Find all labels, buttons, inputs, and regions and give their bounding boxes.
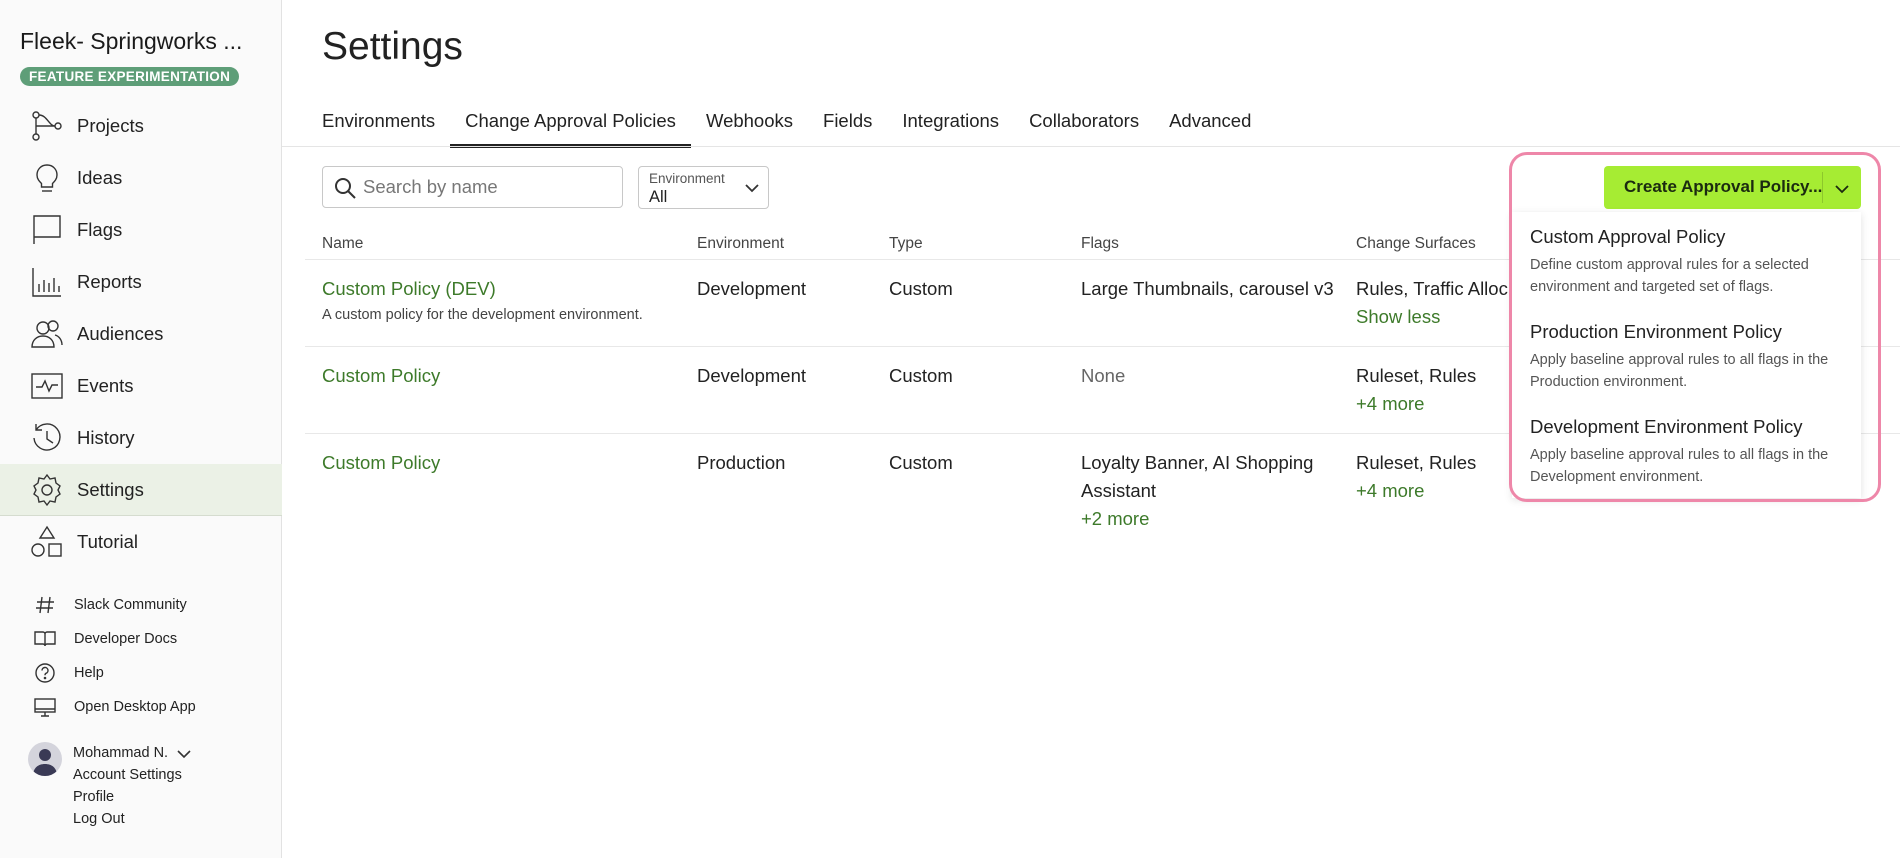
column-header-name[interactable]: Name bbox=[322, 235, 363, 253]
developer-docs-link[interactable]: Developer Docs bbox=[0, 622, 282, 656]
chevron-down-icon bbox=[745, 184, 759, 193]
sidebar-item-history[interactable]: History bbox=[0, 412, 282, 464]
policy-type: Custom bbox=[889, 365, 953, 386]
tabs-divider bbox=[282, 146, 1900, 147]
avatar[interactable] bbox=[28, 742, 62, 776]
sidebar-item-settings[interactable]: Settings bbox=[0, 464, 282, 516]
policy-type: Custom bbox=[889, 452, 953, 473]
org-name[interactable]: Fleek- Springworks ... bbox=[20, 28, 242, 55]
policy-environment: Development bbox=[697, 278, 807, 299]
slack-community-link[interactable]: Slack Community bbox=[0, 588, 282, 622]
account-settings-link[interactable]: Account Settings bbox=[73, 767, 182, 783]
product-badge: FEATURE EXPERIMENTATION bbox=[20, 67, 240, 86]
tab-fields[interactable]: Fields bbox=[823, 96, 872, 148]
sidebar-links: Slack Community Developer Docs Help Open… bbox=[0, 588, 282, 724]
monitor-icon bbox=[34, 696, 56, 718]
users-icon bbox=[30, 317, 64, 351]
policy-flags: None bbox=[1081, 365, 1126, 386]
chevron-down-icon[interactable] bbox=[176, 746, 192, 767]
user-name[interactable]: Mohammad N. bbox=[73, 745, 168, 761]
policy-name-link[interactable]: Custom Policy (DEV) bbox=[322, 275, 496, 303]
tab-advanced[interactable]: Advanced bbox=[1169, 96, 1251, 148]
bar-chart-icon bbox=[30, 265, 64, 299]
tab-integrations[interactable]: Integrations bbox=[902, 96, 999, 148]
profile-link[interactable]: Profile bbox=[73, 789, 114, 805]
lightbulb-icon bbox=[30, 161, 64, 195]
sidebar-item-label: Tutorial bbox=[77, 531, 139, 552]
sidebar-item-reports[interactable]: Reports bbox=[0, 256, 282, 308]
tab-change-approval-policies[interactable]: Change Approval Policies bbox=[450, 96, 691, 148]
search-box bbox=[322, 166, 623, 208]
sidebar-item-audiences[interactable]: Audiences bbox=[0, 308, 282, 360]
page-title: Settings bbox=[322, 25, 463, 68]
tab-environments[interactable]: Environments bbox=[322, 96, 435, 148]
focus-highlight bbox=[1509, 152, 1881, 502]
settings-tabs: Environments Change Approval Policies We… bbox=[322, 96, 1281, 148]
policy-flags: Loyalty Banner, AI Shopping bbox=[1081, 452, 1314, 473]
shapes-icon bbox=[30, 525, 64, 559]
link-label: Slack Community bbox=[74, 597, 187, 613]
sidebar-nav: Projects Ideas Flags Reports Audiences E… bbox=[0, 100, 282, 568]
column-header-change-surfaces[interactable]: Change Surfaces bbox=[1356, 235, 1476, 253]
link-label: Open Desktop App bbox=[74, 699, 196, 715]
gear-icon bbox=[30, 473, 64, 507]
book-icon bbox=[34, 628, 56, 650]
sidebar-item-label: Settings bbox=[77, 478, 144, 500]
policy-description: A custom policy for the development envi… bbox=[322, 307, 643, 323]
column-header-environment[interactable]: Environment bbox=[697, 235, 784, 253]
sidebar-item-flags[interactable]: Flags bbox=[0, 204, 282, 256]
column-header-type[interactable]: Type bbox=[889, 235, 923, 253]
policy-type: Custom bbox=[889, 278, 953, 299]
link-label: Developer Docs bbox=[74, 631, 178, 647]
sidebar-item-events[interactable]: Events bbox=[0, 360, 282, 412]
more-flags-link[interactable]: +2 more bbox=[1081, 505, 1149, 533]
sidebar-item-label: Projects bbox=[77, 115, 144, 136]
show-less-link[interactable]: Show less bbox=[1356, 303, 1440, 331]
hash-icon bbox=[34, 594, 56, 616]
open-desktop-app-link[interactable]: Open Desktop App bbox=[0, 690, 282, 724]
policy-flags: Large Thumbnails, carousel v3 bbox=[1081, 278, 1334, 299]
projects-icon bbox=[30, 109, 64, 143]
sidebar-item-ideas[interactable]: Ideas bbox=[0, 152, 282, 204]
policy-change-surfaces: Rules, Traffic Alloc bbox=[1356, 278, 1508, 299]
policy-flags-continued: Assistant bbox=[1081, 480, 1157, 501]
logout-link[interactable]: Log Out bbox=[73, 811, 125, 827]
sidebar-item-label: Events bbox=[77, 375, 134, 396]
more-surfaces-link[interactable]: +4 more bbox=[1356, 477, 1424, 505]
policy-change-surfaces: Ruleset, Rules bbox=[1356, 452, 1477, 473]
flag-icon bbox=[30, 213, 64, 247]
sidebar-item-label: History bbox=[77, 427, 135, 448]
sidebar-item-tutorial[interactable]: Tutorial bbox=[0, 516, 282, 568]
help-icon bbox=[34, 662, 56, 684]
policy-environment: Production bbox=[697, 452, 786, 473]
tab-webhooks[interactable]: Webhooks bbox=[706, 96, 793, 148]
environment-filter-select[interactable]: Environment All bbox=[638, 166, 769, 209]
environment-filter-label: Environment bbox=[649, 171, 725, 186]
sidebar: Fleek- Springworks ... FEATURE EXPERIMEN… bbox=[0, 0, 282, 858]
policy-change-surfaces: Ruleset, Rules bbox=[1356, 365, 1477, 386]
column-header-flags[interactable]: Flags bbox=[1081, 235, 1119, 253]
sidebar-item-label: Flags bbox=[77, 219, 123, 240]
activity-icon bbox=[30, 369, 64, 403]
search-input[interactable] bbox=[363, 167, 618, 207]
sidebar-item-projects[interactable]: Projects bbox=[0, 100, 282, 152]
tab-collaborators[interactable]: Collaborators bbox=[1029, 96, 1139, 148]
sidebar-item-label: Ideas bbox=[77, 167, 123, 188]
policy-environment: Development bbox=[697, 365, 807, 386]
help-link[interactable]: Help bbox=[0, 656, 282, 690]
policy-name-link[interactable]: Custom Policy bbox=[322, 362, 440, 390]
policy-name-link[interactable]: Custom Policy bbox=[322, 449, 440, 477]
sidebar-item-label: Audiences bbox=[77, 323, 164, 344]
link-label: Help bbox=[74, 665, 104, 681]
environment-filter-value: All bbox=[649, 188, 668, 206]
history-icon bbox=[30, 421, 64, 455]
search-icon bbox=[335, 178, 356, 199]
more-surfaces-link[interactable]: +4 more bbox=[1356, 390, 1424, 418]
sidebar-item-label: Reports bbox=[77, 271, 142, 292]
